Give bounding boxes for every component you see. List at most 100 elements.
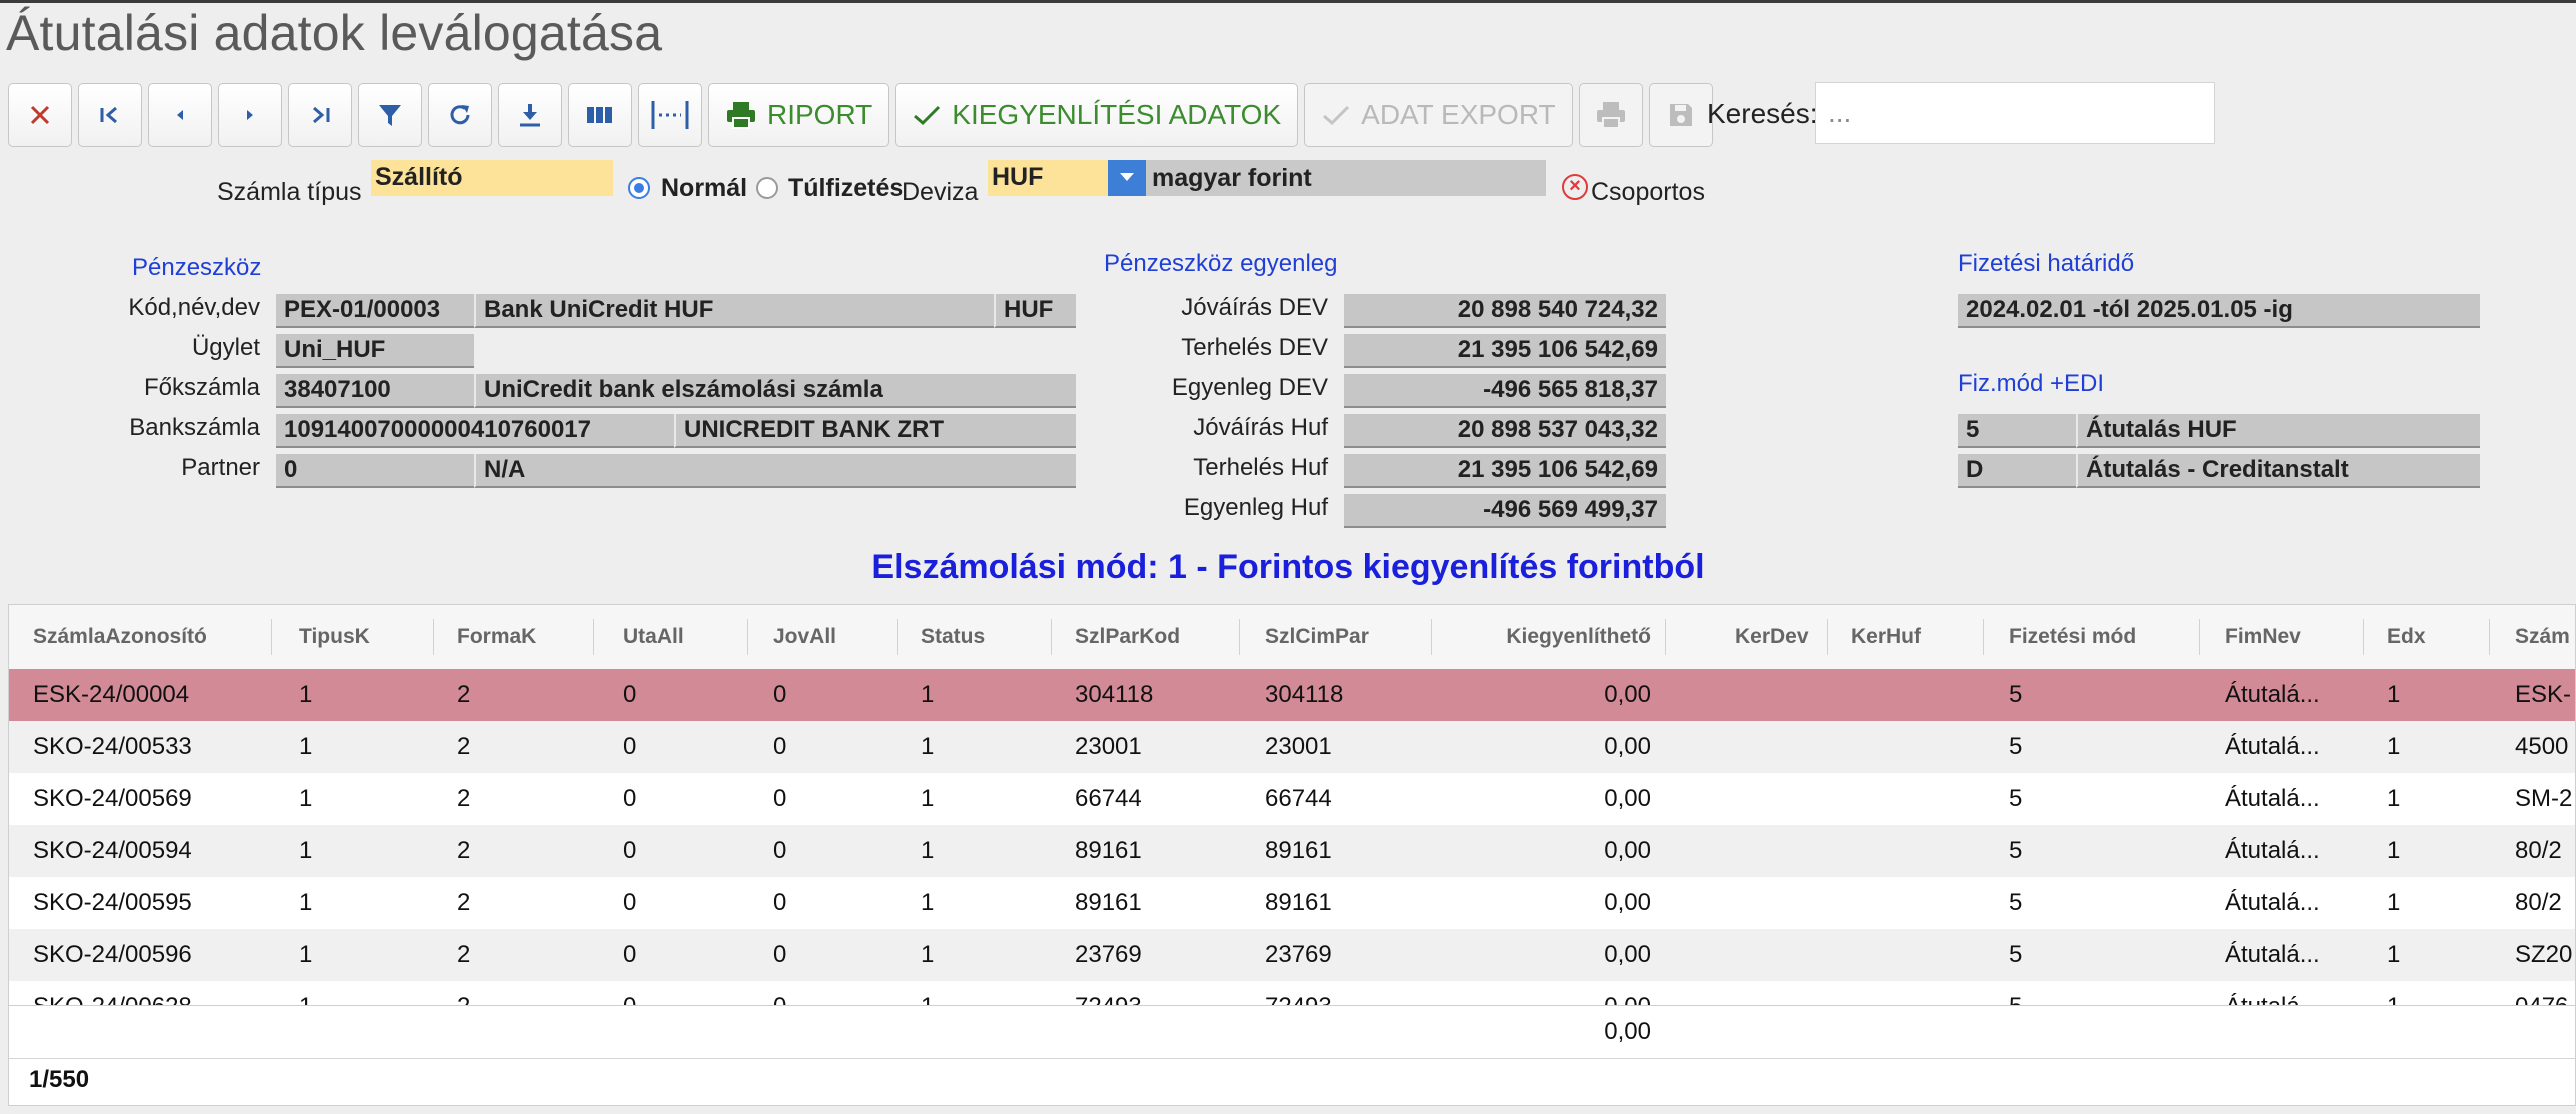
col-szamla-azonosito-header[interactable]: SzámlaAzonosító [33,605,263,669]
nev-field: Bank UniCredit HUF [474,294,994,328]
ugylet-field: Uni_HUF [276,334,474,368]
col-tipusk-cell: 1 [299,681,313,708]
terheles-dev-value: 21 395 106 542,69 [1344,334,1666,368]
col-szlparkod-cell: 89161 [1075,837,1142,864]
save-button[interactable] [1648,83,1713,147]
col-szlparkod-header[interactable]: SzlParKod [1075,605,1235,669]
column-divider[interactable] [897,619,898,655]
columns-button[interactable] [568,83,632,147]
pager-info: 1/550 [29,1066,90,1093]
check-icon [912,102,942,128]
print-button[interactable] [1578,83,1643,147]
col-szam-header[interactable]: Szám [2515,605,2575,669]
download-button[interactable] [498,83,562,147]
col-edx-header[interactable]: Edx [2387,605,2467,669]
col-tipusk-cell: 1 [299,941,313,968]
next-record-button[interactable] [218,83,282,147]
col-status-cell: 1 [921,681,935,708]
column-divider[interactable] [1827,619,1828,655]
col-fizetesi-mod-cell: 5 [2009,681,2023,708]
col-szlcimpar-cell: 23001 [1265,733,1332,760]
csoportos-label: Csoportos [1591,178,1705,206]
column-divider[interactable] [1239,619,1240,655]
last-record-button[interactable] [288,83,352,147]
chevron-down-icon[interactable] [1108,160,1146,196]
last-page-icon [307,103,333,127]
columns-icon [585,103,615,127]
refresh-button[interactable] [428,83,492,147]
column-divider[interactable] [2363,619,2364,655]
egyenleg-huf-label: Egyenleg Huf [1183,494,1328,521]
previous-record-button[interactable] [148,83,212,147]
table-row[interactable]: SKO-24/00569 1 2 0 0 1 66744 66744 0,00 5 Átutalá.… [9,773,2575,826]
col-status-cell: 1 [921,837,935,864]
col-szlcimpar-cell: 23769 [1265,941,1332,968]
col-status-cell: 1 [921,733,935,760]
column-divider[interactable] [747,619,748,655]
col-utaall-header[interactable]: UtaAll [623,605,743,669]
first-record-button[interactable] [78,83,142,147]
table-row[interactable]: SKO-24/00533 1 2 0 0 1 23001 23001 0,00 5 Átutalá.… [9,721,2575,774]
table-row[interactable]: SKO-24/00594 1 2 0 0 1 89161 89161 0,00 5 Átutalá.… [9,825,2575,878]
penzeszkoz-title: Pénzeszköz [132,254,262,281]
col-jovall-header[interactable]: JovAll [773,605,893,669]
col-status-cell: 1 [921,941,935,968]
col-tipusk-cell: 1 [299,837,313,864]
szamla-tipus-select[interactable]: Szállító [371,160,613,196]
close-button[interactable] [8,83,72,147]
adat-export-button[interactable]: ADAT EXPORT [1304,83,1573,147]
col-jovall-cell: 0 [773,681,787,708]
column-divider[interactable] [1431,619,1432,655]
deviza-select[interactable]: HUF [988,160,1108,196]
col-tipusk-cell: 1 [299,889,313,916]
filter-button[interactable] [358,83,422,147]
col-kerhuf-header[interactable]: KerHuf [1851,605,2001,669]
page-title: Átutalási adatok leválogatása [6,5,663,61]
col-kiegyenlitheto-header[interactable]: Kiegyenlíthető [1449,605,1651,669]
kiegyenlitesi-adatok-button[interactable]: KIEGYENLÍTÉSI ADATOK [895,83,1299,147]
col-fimnev-header[interactable]: FimNev [2225,605,2375,669]
fokszamla-label: Főkszámla [143,374,260,401]
table-row[interactable]: ESK-24/00004 1 2 0 0 1 304118 304118 0,00 5 Átutal… [9,669,2575,722]
col-kerhuf-cell [1851,825,2001,877]
col-fizetesi-mod-cell: 5 [2009,889,2023,916]
column-divider[interactable] [2199,619,2200,655]
col-utaall-cell: 0 [623,941,637,968]
col-szam-cell: SM-2 [2515,785,2573,812]
col-formak-header[interactable]: FormaK [457,605,587,669]
column-divider[interactable] [1051,619,1052,655]
column-divider[interactable] [1983,619,1984,655]
ugylet-label: Ügylet [191,334,260,361]
riport-button[interactable]: RIPORT [708,83,890,147]
column-divider[interactable] [1665,619,1666,655]
col-kiegyenlitheto-cell: 0,00 [1604,681,1651,708]
column-width-button[interactable] [638,83,702,147]
partner-field: 0 [276,454,474,488]
col-fimnev-cell: Átutalá... [2225,837,2320,864]
fizmod-code-1: 5 [1958,414,2076,448]
col-szlcimpar-cell: 89161 [1265,837,1332,864]
column-divider[interactable] [2489,619,2490,655]
col-tipusk-header[interactable]: TipusK [299,605,419,669]
col-szlcimpar-header[interactable]: SzlCimPar [1265,605,1435,669]
col-jovall-cell: 0 [773,733,787,760]
col-edx-cell: 1 [2387,941,2401,968]
riport-label: RIPORT [767,99,873,130]
printer-icon [1595,100,1627,130]
column-divider[interactable] [433,619,434,655]
col-status-header[interactable]: Status [921,605,1041,669]
kod-field: PEX-01/00003 [276,294,474,328]
col-fizetesi-mod-header[interactable]: Fizetési mód [2009,605,2189,669]
table-row[interactable]: SKO-24/00596 1 2 0 0 1 23769 23769 0,00 5 Átutalá.… [9,929,2575,982]
search-input[interactable] [1815,82,2215,144]
normal-radio[interactable] [628,177,650,199]
table-row[interactable]: SKO-24/00595 1 2 0 0 1 89161 89161 0,00 5 Átutalá.… [9,877,2575,930]
egyenleg-dev-value: -496 565 818,37 [1344,374,1666,408]
column-divider[interactable] [271,619,272,655]
col-kerhuf-cell [1851,877,2001,929]
tulfizetes-radio[interactable] [756,177,778,199]
kod-label: Kód,név,dev [128,294,260,321]
col-edx-cell: 1 [2387,837,2401,864]
column-divider[interactable] [593,619,594,655]
clear-circle-icon[interactable]: × [1562,174,1588,200]
